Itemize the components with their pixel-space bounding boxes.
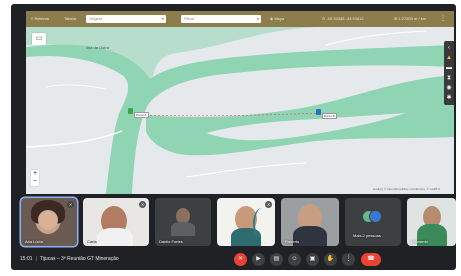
participant-face xyxy=(38,210,58,230)
filter-select-placeholder: Filtrar xyxy=(184,16,195,21)
chevron-left-icon[interactable]: ‹ xyxy=(444,43,454,53)
marker-b-label: Ponto B xyxy=(322,113,337,119)
map-tools-panel: ‹ ▲ ▬ ⧗ ◉ ✱ xyxy=(444,41,454,105)
hourglass-icon[interactable]: ⧗ xyxy=(444,73,454,83)
map-toolbar: ≡ Relevos Tabela Origem ▾ Filtrar ▾ ◈ Ma… xyxy=(26,11,454,27)
participant-tile[interactable]: ✕ Ana Lúcia xyxy=(21,198,77,246)
meeting-info: 15:01 | Tijucas – 3ª Reunião GT Mineração xyxy=(20,255,119,263)
mic-off-icon: ✕ xyxy=(265,201,272,208)
eye-icon[interactable]: ◉ xyxy=(444,83,454,93)
map-marker-b[interactable] xyxy=(316,109,321,115)
mic-off-icon[interactable]: ✕ xyxy=(234,253,247,266)
map-attribution: Leaflet | © OpenStreetMap contributors, … xyxy=(372,187,440,191)
more-options-icon[interactable]: ⋮ xyxy=(342,253,355,266)
scale-readout: ⊕ 1:27500 m / km xyxy=(394,16,427,21)
captions-icon[interactable]: ▤ xyxy=(270,253,283,266)
zoom-control: + − xyxy=(31,170,39,186)
call-control-bar: 15:01 | Tijucas – 3ª Reunião GT Mineração … xyxy=(11,248,456,270)
present-icon[interactable]: ▣ xyxy=(306,253,319,266)
participant-shirt xyxy=(171,222,195,236)
zoom-out-button[interactable]: − xyxy=(31,178,39,186)
marker-a-label: Ponto A xyxy=(134,112,149,118)
emoji-icon[interactable]: ☺ xyxy=(288,253,301,266)
participant-name: Carla xyxy=(87,239,97,244)
map-canvas[interactable] xyxy=(26,27,454,194)
map-view-button[interactable]: ◈ Mapa xyxy=(270,15,284,23)
participant-tile[interactable]: Roberto xyxy=(281,198,339,246)
participant-strip: ✕ Ana Lúcia ✕ Carla Danilo Furtes ✕ Robe… xyxy=(11,196,456,248)
camera-icon[interactable]: ▶ xyxy=(252,253,265,266)
measure-icon[interactable]: ▬ xyxy=(444,63,454,73)
meeting-title: Tijucas – 3ª Reunião GT Mineração xyxy=(39,256,119,262)
participant-avatars xyxy=(362,210,382,223)
participant-name: Danilo Furtes xyxy=(159,239,183,244)
meeting-time: 15:01 xyxy=(20,256,33,262)
end-call-icon[interactable]: ☎ xyxy=(361,253,381,266)
screenshot-frame: ≡ Relevos Tabela Origem ▾ Filtrar ▾ ◈ Ma… xyxy=(0,0,461,276)
mic-off-icon: ✕ xyxy=(139,201,146,208)
filter-select[interactable]: Filtrar ▾ xyxy=(181,15,261,23)
more-participants-tile[interactable]: Mais 2 pessoas xyxy=(345,198,401,246)
menu-button[interactable]: ≡ Relevos xyxy=(31,15,49,23)
more-participants-label: Mais 2 pessoas xyxy=(353,233,381,238)
participant-name: Ana Lúcia xyxy=(25,239,43,244)
coordinates-readout: ⊙ -19.92345 -43.93412 xyxy=(322,16,364,21)
chevron-down-icon: ▾ xyxy=(161,16,164,21)
map-marker-a[interactable] xyxy=(128,108,133,114)
video-call-window: ≡ Relevos Tabela Origem ▾ Filtrar ▾ ◈ Ma… xyxy=(11,4,456,270)
raise-hand-icon[interactable]: ✋ xyxy=(324,253,337,266)
warning-icon[interactable]: ▲ xyxy=(444,53,454,63)
layers-icon[interactable]: ▭ xyxy=(32,33,46,45)
place-label: Ilha da Ostra xyxy=(86,45,109,50)
layers-button[interactable]: Tabela xyxy=(64,15,76,23)
settings-icon[interactable]: ✱ xyxy=(444,93,454,103)
shared-map-screen: ≡ Relevos Tabela Origem ▾ Filtrar ▾ ◈ Ma… xyxy=(26,11,454,194)
mic-off-icon: ✕ xyxy=(67,201,74,208)
zoom-in-button[interactable]: + xyxy=(31,170,39,178)
origin-select-placeholder: Origem xyxy=(89,16,103,21)
background-logo xyxy=(253,208,271,238)
participant-name: Roberto xyxy=(285,239,300,244)
separator: | xyxy=(35,256,37,262)
ellipsis-icon[interactable]: ⋮ xyxy=(440,15,446,23)
participant-tile[interactable]: ✕ xyxy=(217,198,275,246)
chevron-down-icon: ▾ xyxy=(256,16,259,21)
participant-tile[interactable]: Danilo Furtes xyxy=(155,198,211,246)
participant-tile[interactable]: ✕ Carla xyxy=(83,198,149,246)
participant-shirt xyxy=(97,228,133,246)
origin-select[interactable]: Origem ▾ xyxy=(86,15,166,23)
avatar xyxy=(369,210,382,223)
participant-tile[interactable]: Leonardo xyxy=(407,198,456,246)
participant-name: Leonardo xyxy=(411,239,428,244)
